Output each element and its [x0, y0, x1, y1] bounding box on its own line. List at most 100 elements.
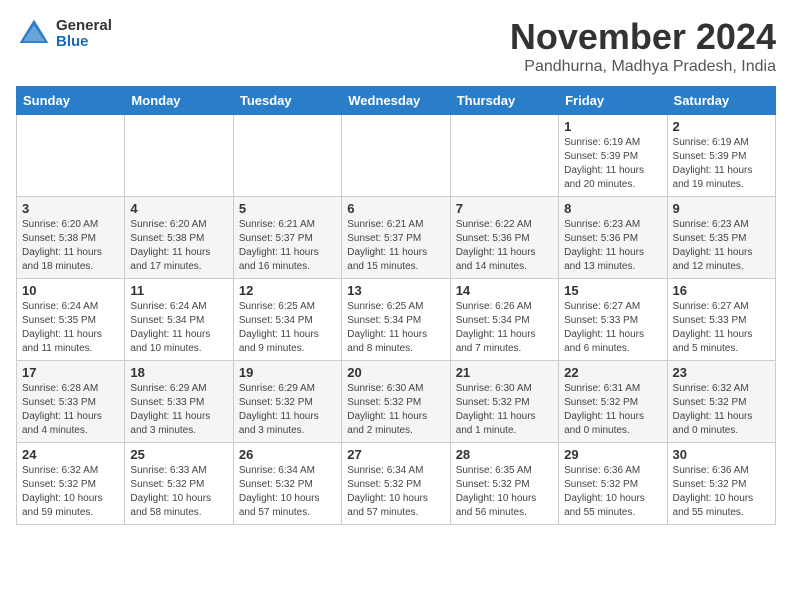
day-cell-3: 3 Sunrise: 6:20 AM Sunset: 5:38 PM Daylig…: [17, 197, 125, 279]
empty-cell: [233, 115, 341, 197]
logo-text: General Blue: [56, 18, 112, 51]
week-row-4: 17 Sunrise: 6:28 AM Sunset: 5:33 PM Dayli…: [17, 361, 776, 443]
day-cell-1: 1 Sunrise: 6:19 AM Sunset: 5:39 PM Daylig…: [559, 115, 667, 197]
logo-icon: [16, 16, 52, 52]
logo-blue-text: Blue: [56, 34, 112, 51]
empty-cell: [342, 115, 450, 197]
day-number-6: 6: [347, 201, 444, 216]
day-number-16: 16: [673, 283, 770, 298]
empty-cell: [17, 115, 125, 197]
day-cell-28: 28Sunrise: 6:35 AM Sunset: 5:32 PM Dayli…: [450, 443, 558, 525]
day-number-13: 13: [347, 283, 444, 298]
week-row-1: 1 Sunrise: 6:19 AM Sunset: 5:39 PM Daylig…: [17, 115, 776, 197]
weekday-header-sunday: Sunday: [17, 87, 125, 115]
day-number-21: 21: [456, 365, 553, 380]
day-number-17: 17: [22, 365, 119, 380]
day-info-3: Sunrise: 6:20 AM Sunset: 5:38 PM Dayligh…: [22, 218, 119, 274]
day-info-26: Sunrise: 6:34 AM Sunset: 5:32 PM Dayligh…: [239, 464, 336, 520]
day-cell-29: 29Sunrise: 6:36 AM Sunset: 5:32 PM Dayli…: [559, 443, 667, 525]
day-info-24: Sunrise: 6:32 AM Sunset: 5:32 PM Dayligh…: [22, 464, 119, 520]
day-info-25: Sunrise: 6:33 AM Sunset: 5:32 PM Dayligh…: [130, 464, 227, 520]
day-number-10: 10: [22, 283, 119, 298]
day-info-2: Sunrise: 6:19 AM Sunset: 5:39 PM Dayligh…: [673, 136, 770, 192]
day-info-4: Sunrise: 6:20 AM Sunset: 5:38 PM Dayligh…: [130, 218, 227, 274]
day-cell-23: 23 Sunrise: 6:32 AM Sunset: 5:32 PM Dayli…: [667, 361, 775, 443]
day-info-17: Sunrise: 6:28 AM Sunset: 5:33 PM Dayligh…: [22, 382, 119, 438]
day-number-25: 25: [130, 447, 227, 462]
day-info-22: Sunrise: 6:31 AM Sunset: 5:32 PM Dayligh…: [564, 382, 661, 438]
weekday-header-monday: Monday: [125, 87, 233, 115]
day-number-8: 8: [564, 201, 661, 216]
day-info-16: Sunrise: 6:27 AM Sunset: 5:33 PM Dayligh…: [673, 300, 770, 356]
day-number-24: 24: [22, 447, 119, 462]
day-cell-2: 2 Sunrise: 6:19 AM Sunset: 5:39 PM Daylig…: [667, 115, 775, 197]
day-info-21: Sunrise: 6:30 AM Sunset: 5:32 PM Dayligh…: [456, 382, 553, 438]
day-cell-7: 7 Sunrise: 6:22 AM Sunset: 5:36 PM Daylig…: [450, 197, 558, 279]
day-number-20: 20: [347, 365, 444, 380]
day-number-3: 3: [22, 201, 119, 216]
day-number-27: 27: [347, 447, 444, 462]
empty-cell: [450, 115, 558, 197]
day-number-5: 5: [239, 201, 336, 216]
weekday-header-saturday: Saturday: [667, 87, 775, 115]
week-row-3: 10 Sunrise: 6:24 AM Sunset: 5:35 PM Dayli…: [17, 279, 776, 361]
day-info-13: Sunrise: 6:25 AM Sunset: 5:34 PM Dayligh…: [347, 300, 444, 356]
day-info-10: Sunrise: 6:24 AM Sunset: 5:35 PM Dayligh…: [22, 300, 119, 356]
day-number-26: 26: [239, 447, 336, 462]
day-cell-13: 13 Sunrise: 6:25 AM Sunset: 5:34 PM Dayli…: [342, 279, 450, 361]
day-info-9: Sunrise: 6:23 AM Sunset: 5:35 PM Dayligh…: [673, 218, 770, 274]
day-number-15: 15: [564, 283, 661, 298]
day-info-1: Sunrise: 6:19 AM Sunset: 5:39 PM Dayligh…: [564, 136, 661, 192]
location-title: Pandhurna, Madhya Pradesh, India: [510, 58, 776, 76]
day-cell-9: 9 Sunrise: 6:23 AM Sunset: 5:35 PM Daylig…: [667, 197, 775, 279]
day-info-11: Sunrise: 6:24 AM Sunset: 5:34 PM Dayligh…: [130, 300, 227, 356]
day-cell-18: 18 Sunrise: 6:29 AM Sunset: 5:33 PM Dayli…: [125, 361, 233, 443]
day-number-2: 2: [673, 119, 770, 134]
weekday-header-tuesday: Tuesday: [233, 87, 341, 115]
day-info-18: Sunrise: 6:29 AM Sunset: 5:33 PM Dayligh…: [130, 382, 227, 438]
day-number-14: 14: [456, 283, 553, 298]
day-cell-24: 24 Sunrise: 6:32 AM Sunset: 5:32 PM Dayli…: [17, 443, 125, 525]
day-number-4: 4: [130, 201, 227, 216]
weekday-header-friday: Friday: [559, 87, 667, 115]
day-info-7: Sunrise: 6:22 AM Sunset: 5:36 PM Dayligh…: [456, 218, 553, 274]
day-number-7: 7: [456, 201, 553, 216]
day-cell-4: 4 Sunrise: 6:20 AM Sunset: 5:38 PM Daylig…: [125, 197, 233, 279]
day-cell-22: 22 Sunrise: 6:31 AM Sunset: 5:32 PM Dayli…: [559, 361, 667, 443]
weekday-header-row: SundayMondayTuesdayWednesdayThursdayFrid…: [17, 87, 776, 115]
day-cell-6: 6Sunrise: 6:21 AM Sunset: 5:37 PM Daylig…: [342, 197, 450, 279]
day-info-5: Sunrise: 6:21 AM Sunset: 5:37 PM Dayligh…: [239, 218, 336, 274]
day-number-9: 9: [673, 201, 770, 216]
header: General Blue November 2024 Pandhurna, Ma…: [16, 16, 776, 76]
day-info-29: Sunrise: 6:36 AM Sunset: 5:32 PM Dayligh…: [564, 464, 661, 520]
title-area: November 2024 Pandhurna, Madhya Pradesh,…: [510, 16, 776, 76]
day-number-28: 28: [456, 447, 553, 462]
calendar-table: SundayMondayTuesdayWednesdayThursdayFrid…: [16, 86, 776, 525]
day-number-1: 1: [564, 119, 661, 134]
day-info-14: Sunrise: 6:26 AM Sunset: 5:34 PM Dayligh…: [456, 300, 553, 356]
day-info-8: Sunrise: 6:23 AM Sunset: 5:36 PM Dayligh…: [564, 218, 661, 274]
day-info-12: Sunrise: 6:25 AM Sunset: 5:34 PM Dayligh…: [239, 300, 336, 356]
day-cell-25: 25 Sunrise: 6:33 AM Sunset: 5:32 PM Dayli…: [125, 443, 233, 525]
day-cell-26: 26 Sunrise: 6:34 AM Sunset: 5:32 PM Dayli…: [233, 443, 341, 525]
day-cell-10: 10 Sunrise: 6:24 AM Sunset: 5:35 PM Dayli…: [17, 279, 125, 361]
day-cell-30: 30Sunrise: 6:36 AM Sunset: 5:32 PM Dayli…: [667, 443, 775, 525]
day-cell-20: 20 Sunrise: 6:30 AM Sunset: 5:32 PM Dayli…: [342, 361, 450, 443]
week-row-2: 3 Sunrise: 6:20 AM Sunset: 5:38 PM Daylig…: [17, 197, 776, 279]
weekday-header-thursday: Thursday: [450, 87, 558, 115]
day-number-22: 22: [564, 365, 661, 380]
week-row-5: 24 Sunrise: 6:32 AM Sunset: 5:32 PM Dayli…: [17, 443, 776, 525]
day-info-23: Sunrise: 6:32 AM Sunset: 5:32 PM Dayligh…: [673, 382, 770, 438]
day-info-15: Sunrise: 6:27 AM Sunset: 5:33 PM Dayligh…: [564, 300, 661, 356]
day-number-23: 23: [673, 365, 770, 380]
day-cell-11: 11 Sunrise: 6:24 AM Sunset: 5:34 PM Dayli…: [125, 279, 233, 361]
day-cell-17: 17 Sunrise: 6:28 AM Sunset: 5:33 PM Dayli…: [17, 361, 125, 443]
day-number-18: 18: [130, 365, 227, 380]
day-info-20: Sunrise: 6:30 AM Sunset: 5:32 PM Dayligh…: [347, 382, 444, 438]
day-cell-14: 14 Sunrise: 6:26 AM Sunset: 5:34 PM Dayli…: [450, 279, 558, 361]
day-cell-5: 5 Sunrise: 6:21 AM Sunset: 5:37 PM Daylig…: [233, 197, 341, 279]
day-number-19: 19: [239, 365, 336, 380]
day-cell-27: 27Sunrise: 6:34 AM Sunset: 5:32 PM Dayli…: [342, 443, 450, 525]
day-number-11: 11: [130, 283, 227, 298]
day-cell-16: 16 Sunrise: 6:27 AM Sunset: 5:33 PM Dayli…: [667, 279, 775, 361]
